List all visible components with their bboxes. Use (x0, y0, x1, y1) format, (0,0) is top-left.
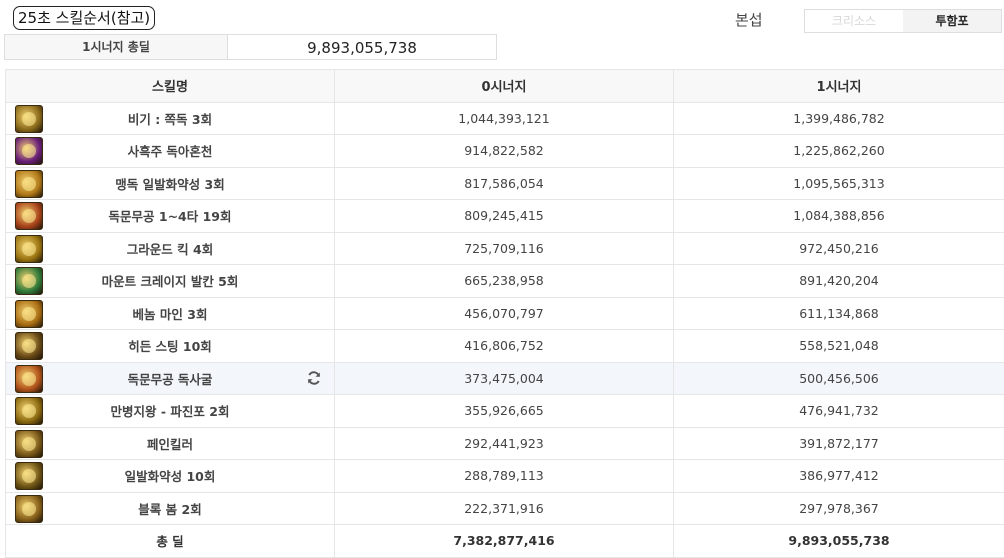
damage-synergy-0: 1,044,393,121 (335, 102, 674, 135)
total-label: 총 딜 (6, 525, 335, 558)
table-row: 사흑주 독아혼천 914,822,5821,225,862,260 (6, 135, 1004, 168)
summary-label: 1시너지 총딜 (5, 35, 228, 59)
skill-cell: 독문무공 1~4타 19회 (6, 200, 335, 233)
skill-cell: 페인킬러 (6, 427, 335, 460)
skill-name: 독문무공 독사굴 (128, 372, 213, 387)
damage-synergy-1: 1,399,486,782 (674, 102, 1004, 135)
table-row: 일발화약성 10회 288,789,113386,977,412 (6, 460, 1004, 493)
damage-synergy-0: 914,822,582 (335, 135, 674, 168)
skill-cell: 블록 봄 2회 (6, 492, 335, 525)
stat-toggle: 크리소스 투함포 (804, 9, 1002, 33)
damage-synergy-1: 391,872,177 (674, 427, 1004, 460)
damage-synergy-1: 972,450,216 (674, 232, 1004, 265)
skill-icon-block (15, 495, 43, 523)
skill-name: 그라운드 킥 4회 (127, 242, 213, 257)
skill-name: 만병지왕 - 파진포 2회 (111, 404, 230, 419)
skill-name: 독문무공 1~4타 19회 (109, 209, 232, 224)
table-row: 마운트 크레이지 발칸 5회 665,238,958891,420,204 (6, 265, 1004, 298)
column-header-synergy-1: 1시너지 (674, 70, 1004, 103)
damage-synergy-0: 456,070,797 (335, 297, 674, 330)
damage-synergy-1: 558,521,048 (674, 330, 1004, 363)
table-row: 비기 : 쪽독 3회 1,044,393,1211,399,486,782 (6, 102, 1004, 135)
skill-icon-swirl (15, 170, 43, 198)
skill-icon-mine (15, 300, 43, 328)
skill-icon-bomb (15, 462, 43, 490)
damage-synergy-1: 1,095,565,313 (674, 167, 1004, 200)
damage-synergy-0: 416,806,752 (335, 330, 674, 363)
table-header-row: 스킬명 0시너지 1시너지 (6, 70, 1004, 103)
damage-synergy-0: 373,475,004 (335, 362, 674, 395)
skill-icon-kick (15, 235, 43, 263)
skill-cell: 마운트 크레이지 발칸 5회 (6, 265, 335, 298)
damage-synergy-0: 222,371,916 (335, 492, 674, 525)
skill-cell: 비기 : 쪽독 3회 (6, 102, 335, 135)
skill-name: 페인킬러 (147, 437, 193, 452)
damage-synergy-1: 297,978,367 (674, 492, 1004, 525)
skill-icon-gold-cross (15, 105, 43, 133)
damage-synergy-0: 292,441,923 (335, 427, 674, 460)
skill-icon-wave (15, 397, 43, 425)
damage-synergy-1: 1,225,862,260 (674, 135, 1004, 168)
skill-name: 베놈 마인 3회 (133, 307, 208, 322)
skill-cell: 독문무공 독사굴 (6, 362, 335, 395)
damage-synergy-1: 500,456,506 (674, 362, 1004, 395)
skill-damage-table: 스킬명 0시너지 1시너지 비기 : 쪽독 3회 1,044,393,1211,3… (5, 69, 1004, 558)
synergy-total-summary: 1시너지 총딜 9,893,055,738 (4, 34, 497, 60)
skill-icon-purple (15, 137, 43, 165)
skill-cell: 일발화약성 10회 (6, 460, 335, 493)
skill-name: 사흑주 독아혼천 (128, 144, 213, 159)
page-title: 25초 스킬순서(참고) (13, 6, 155, 30)
skill-name: 맹독 일발화약성 3회 (115, 177, 224, 192)
refresh-icon[interactable] (306, 370, 322, 386)
skill-cell: 만병지왕 - 파진포 2회 (6, 395, 335, 428)
skill-name: 히든 스팅 10회 (128, 339, 212, 354)
table-row: 그라운드 킥 4회 725,709,116972,450,216 (6, 232, 1004, 265)
damage-synergy-1: 891,420,204 (674, 265, 1004, 298)
damage-synergy-1: 611,134,868 (674, 297, 1004, 330)
table-row: 맹독 일발화약성 3회 817,586,0541,095,565,313 (6, 167, 1004, 200)
damage-synergy-1: 386,977,412 (674, 460, 1004, 493)
skill-name: 마운트 크레이지 발칸 5회 (102, 274, 239, 289)
skill-cell: 베놈 마인 3회 (6, 297, 335, 330)
table-row: 히든 스팅 10회 416,806,752558,521,048 (6, 330, 1004, 363)
skill-cell: 사흑주 독아혼천 (6, 135, 335, 168)
table-row: 베놈 마인 3회 456,070,797611,134,868 (6, 297, 1004, 330)
table-row: 만병지왕 - 파진포 2회 355,926,665476,941,732 (6, 395, 1004, 428)
total-synergy-1: 9,893,055,738 (674, 525, 1004, 558)
damage-synergy-0: 817,586,054 (335, 167, 674, 200)
total-synergy-0: 7,382,877,416 (335, 525, 674, 558)
summary-value: 9,893,055,738 (228, 35, 496, 59)
column-header-synergy-0: 0시너지 (335, 70, 674, 103)
damage-synergy-0: 355,926,665 (335, 395, 674, 428)
total-row: 총 딜 7,382,877,416 9,893,055,738 (6, 525, 1004, 558)
table-row: 블록 봄 2회 222,371,916297,978,367 (6, 492, 1004, 525)
column-header-skill: 스킬명 (6, 70, 335, 103)
damage-synergy-0: 725,709,116 (335, 232, 674, 265)
skill-name: 일발화약성 10회 (125, 469, 216, 484)
skill-name: 비기 : 쪽독 3회 (128, 112, 212, 127)
toggle-option-tuhampo[interactable]: 투함포 (903, 10, 1001, 32)
toggle-option-crisource[interactable]: 크리소스 (805, 10, 903, 32)
skill-icon-snake (15, 365, 43, 393)
skill-icon-sting (15, 332, 43, 360)
table-row: 독문무공 1~4타 19회 809,245,4151,084,388,856 (6, 200, 1004, 233)
table-row: 독문무공 독사굴 373,475,004500,456,506 (6, 362, 1004, 395)
skill-icon-painkiller (15, 430, 43, 458)
skill-cell: 맹독 일발화약성 3회 (6, 167, 335, 200)
server-label: 본섭 (735, 9, 763, 30)
damage-synergy-1: 1,084,388,856 (674, 200, 1004, 233)
damage-synergy-1: 476,941,732 (674, 395, 1004, 428)
table-row: 페인킬러 292,441,923391,872,177 (6, 427, 1004, 460)
damage-synergy-0: 665,238,958 (335, 265, 674, 298)
damage-synergy-0: 288,789,113 (335, 460, 674, 493)
skill-icon-green (15, 267, 43, 295)
damage-synergy-0: 809,245,415 (335, 200, 674, 233)
skill-cell: 히든 스팅 10회 (6, 330, 335, 363)
skill-cell: 그라운드 킥 4회 (6, 232, 335, 265)
skill-name: 블록 봄 2회 (138, 502, 201, 517)
skill-icon-fire (15, 202, 43, 230)
